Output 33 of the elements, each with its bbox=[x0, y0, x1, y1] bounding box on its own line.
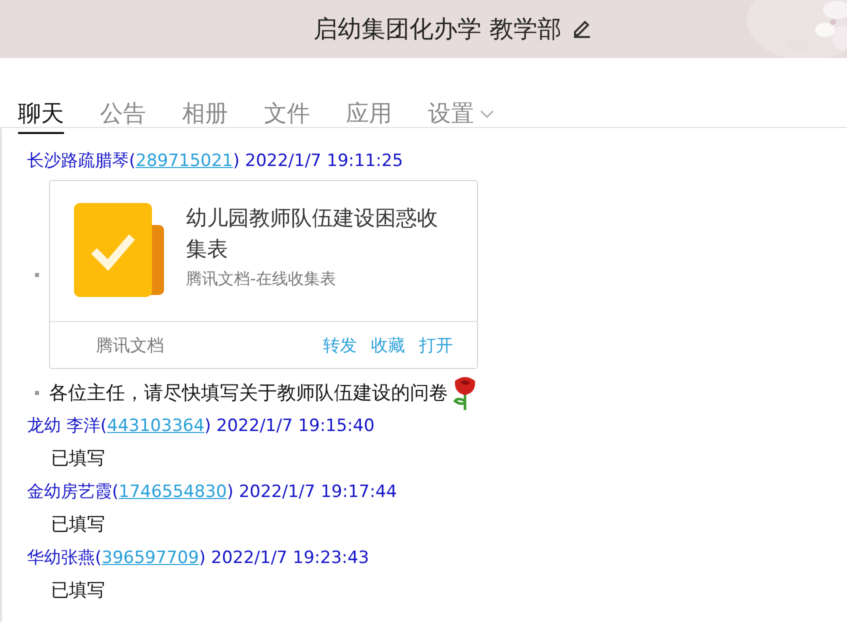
sender-name: 长沙路疏腊琴( bbox=[27, 151, 136, 171]
message-text: 各位主任，请尽快填写关于教师队伍建设的问卷 bbox=[49, 381, 448, 406]
bullet-icon bbox=[35, 272, 39, 276]
card-action-link[interactable]: 打开 bbox=[419, 334, 453, 356]
qq-number-link[interactable]: 289715021 bbox=[136, 151, 233, 171]
message-text: 已填写 bbox=[50, 513, 106, 537]
message-text: 已填写 bbox=[50, 579, 106, 603]
qq-number-link[interactable]: 1746554830 bbox=[118, 482, 227, 502]
message-time: ) 2022/1/7 19:17:44 bbox=[226, 482, 397, 502]
sender-name: 龙幼 李洋( bbox=[27, 416, 108, 436]
sender-name: 华幼张燕( bbox=[27, 548, 102, 568]
window-title: 启幼集团化办学 教学部 bbox=[314, 14, 562, 45]
card-action-link[interactable]: 转发 bbox=[323, 334, 357, 356]
tab[interactable]: 应用 bbox=[346, 98, 392, 130]
message-time: ) 2022/1/7 19:11:25 bbox=[232, 151, 404, 171]
tab[interactable]: 相册 bbox=[182, 98, 228, 130]
card-subtitle: 腾讯文档-在线收集表 bbox=[186, 269, 337, 290]
card-source: 腾讯文档 bbox=[96, 334, 164, 356]
form-document-icon bbox=[74, 203, 164, 297]
qq-number-link[interactable]: 443103364 bbox=[107, 416, 204, 436]
message-text: 已填写 bbox=[50, 447, 106, 471]
tab[interactable]: 公告 bbox=[100, 98, 146, 130]
message-time: ) 2022/1/7 19:23:43 bbox=[198, 548, 370, 568]
sender-name: 金幼房艺霞( bbox=[27, 482, 119, 502]
tab[interactable]: 聊天 bbox=[18, 98, 64, 134]
bullet-icon bbox=[35, 391, 39, 395]
document-card[interactable]: 幼儿园教师队伍建设困惑收集表 腾讯文档-在线收集表 腾讯文档 转发 收藏 打开 bbox=[49, 180, 478, 369]
card-title: 幼儿园教师队伍建设困惑收集表 bbox=[186, 205, 439, 263]
message-time: ) 2022/1/7 19:15:40 bbox=[204, 416, 375, 436]
tab[interactable]: 文件 bbox=[264, 98, 310, 130]
qq-number-link[interactable]: 396597709 bbox=[102, 548, 199, 568]
tab[interactable]: 设置 bbox=[428, 98, 494, 130]
card-action-link[interactable]: 收藏 bbox=[371, 334, 405, 356]
